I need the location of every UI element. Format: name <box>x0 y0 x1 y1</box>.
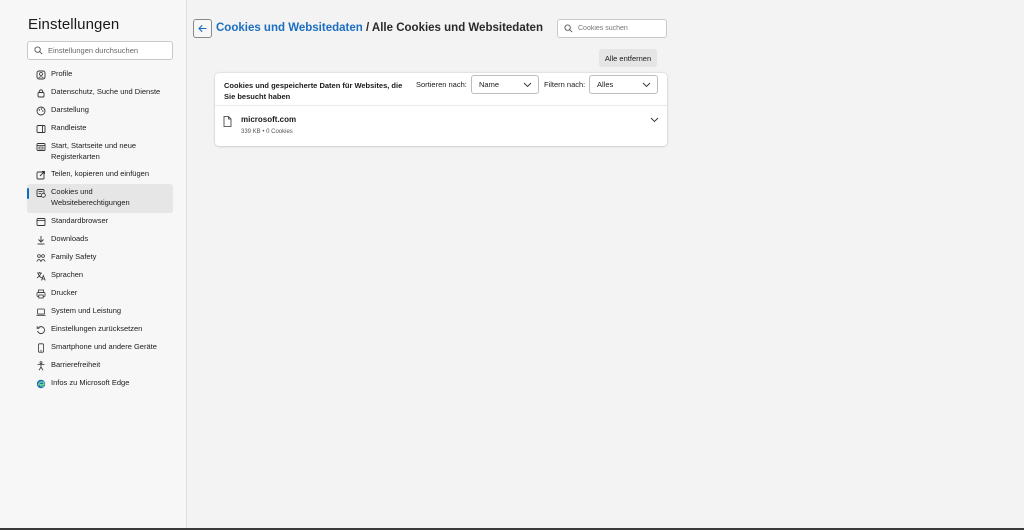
sidebar-item-privacy[interactable]: Datenschutz, Suche und Dienste <box>27 84 173 102</box>
sidebar-item-label: System und Leistung <box>51 306 122 315</box>
sidebar-item-label: Randleiste <box>51 123 87 132</box>
arrow-left-icon <box>198 24 207 33</box>
sidebar-item-label: Profile <box>51 69 73 78</box>
sidebar-item-accessibility[interactable]: Barrierefreiheit <box>27 357 173 375</box>
family-icon <box>35 252 46 263</box>
chevron-down-icon <box>520 78 534 92</box>
download-icon <box>35 234 46 245</box>
cookie-permissions-icon <box>35 187 46 198</box>
sidebar-item-default-browser[interactable]: Standardbrowser <box>27 213 173 231</box>
sidebar-icon <box>35 123 46 134</box>
edge-logo-icon <box>35 378 46 389</box>
sidebar-item-system[interactable]: System und Leistung <box>27 303 173 321</box>
sidebar-item-cookies[interactable]: Cookies und Websiteberechtigungen <box>27 184 173 213</box>
sidebar-item-start[interactable]: Start, Startseite und neue Registerkarte… <box>27 138 173 166</box>
sidebar-item-label: Infos zu Microsoft Edge <box>51 378 130 387</box>
printer-icon <box>35 288 46 299</box>
search-icon <box>28 42 48 59</box>
sidebar-item-label: Einstellungen zurücksetzen <box>51 324 143 333</box>
sidebar-item-label: Cookies und Websiteberechtigungen <box>51 187 130 207</box>
settings-search-input[interactable] <box>48 46 166 55</box>
appearance-icon <box>35 105 46 116</box>
filter-select-value: Alles <box>597 80 614 89</box>
breadcrumb: Cookies und Websitedaten / Alle Cookies … <box>216 22 543 34</box>
remove-all-button[interactable]: Alle entfernen <box>599 49 657 67</box>
reset-icon <box>35 324 46 335</box>
browser-icon <box>35 216 46 227</box>
page-title: / Alle Cookies und Websitedaten <box>362 22 543 34</box>
sidebar-item-label: Downloads <box>51 234 89 243</box>
site-name: microsoft.com <box>241 115 297 124</box>
sidebar-item-printers[interactable]: Drucker <box>27 285 173 303</box>
sidebar-title: Einstellungen <box>28 16 120 33</box>
settings-sidebar: Einstellungen Profile Datenschutz, Suche… <box>0 0 187 528</box>
accessibility-icon <box>35 360 46 371</box>
sidebar-item-label: Standardbrowser <box>51 216 109 225</box>
sidebar-item-sidebar[interactable]: Randleiste <box>27 120 173 138</box>
sidebar-item-label: Smartphone und andere Geräte <box>51 342 157 351</box>
sidebar-item-label: Drucker <box>51 288 78 297</box>
chevron-down-icon <box>639 78 653 92</box>
sort-select[interactable]: Name <box>471 75 539 94</box>
back-button[interactable] <box>193 19 212 38</box>
filter-select[interactable]: Alles <box>589 75 658 94</box>
sidebar-item-label: Datenschutz, Suche und Dienste <box>51 87 161 96</box>
sidebar-item-label: Start, Startseite und neue Registerkarte… <box>51 141 137 161</box>
sidebar-item-label: Family Safety <box>51 252 97 261</box>
sidebar-item-downloads[interactable]: Downloads <box>27 231 173 249</box>
sort-select-value: Name <box>479 80 500 89</box>
sidebar-item-label: Darstellung <box>51 105 89 114</box>
profile-icon <box>35 69 46 80</box>
filter-label: Filtern nach: <box>544 80 586 89</box>
sidebar-item-label: Barrierefreiheit <box>51 360 101 369</box>
sidebar-item-profile[interactable]: Profile <box>27 66 173 84</box>
lock-icon <box>35 87 46 98</box>
sidebar-item-about-edge[interactable]: Infos zu Microsoft Edge <box>27 375 173 393</box>
cookie-data-card: Cookies und gespeicherte Daten für Websi… <box>215 73 667 146</box>
card-description: Cookies und gespeicherte Daten für Websi… <box>224 81 403 101</box>
laptop-icon <box>35 306 46 317</box>
language-icon <box>35 270 46 281</box>
sidebar-item-reset[interactable]: Einstellungen zurücksetzen <box>27 321 173 339</box>
sidebar-item-phone[interactable]: Smartphone und andere Geräte <box>27 339 173 357</box>
share-icon <box>35 169 46 180</box>
cookie-search-box[interactable] <box>557 19 667 38</box>
sidebar-item-label: Sprachen <box>51 270 84 279</box>
breadcrumb-link-cookies[interactable]: Cookies und Websitedaten <box>216 22 363 34</box>
card-header: Cookies und gespeicherte Daten für Websi… <box>215 73 667 106</box>
phone-icon <box>35 342 46 353</box>
chevron-down-icon[interactable] <box>648 114 660 126</box>
sidebar-item-label: Teilen, kopieren und einfügen <box>51 169 149 178</box>
site-meta: 339 KB • 0 Cookies <box>241 129 293 135</box>
settings-nav: Profile Datenschutz, Suche und Dienste D… <box>27 66 173 393</box>
settings-search-box[interactable] <box>27 41 173 60</box>
sidebar-item-appearance[interactable]: Darstellung <box>27 102 173 120</box>
home-tab-icon <box>35 141 46 152</box>
sidebar-item-languages[interactable]: Sprachen <box>27 267 173 285</box>
search-icon <box>558 20 578 37</box>
sort-label: Sortieren nach: <box>416 80 467 89</box>
file-icon <box>223 114 232 127</box>
site-row[interactable]: microsoft.com 339 KB • 0 Cookies <box>215 107 667 145</box>
sidebar-item-share[interactable]: Teilen, kopieren und einfügen <box>27 166 173 184</box>
cookie-search-input[interactable] <box>578 25 662 32</box>
sidebar-item-family-safety[interactable]: Family Safety <box>27 249 173 267</box>
